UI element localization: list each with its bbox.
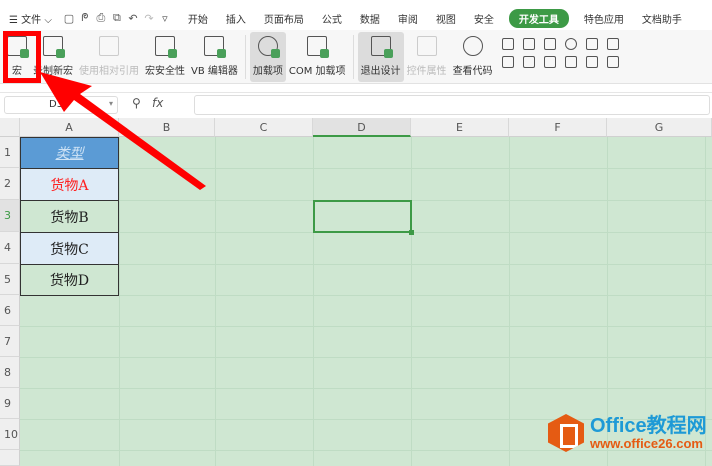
watermark-url: www.office26.com [590, 435, 703, 451]
watermark-title: Office教程网 [590, 414, 707, 437]
arrow-shape [40, 72, 206, 190]
office-logo-icon [548, 414, 584, 452]
watermark-logo: Office教程网 www.office26.com [548, 414, 707, 452]
red-arrow-annotation [40, 72, 206, 190]
